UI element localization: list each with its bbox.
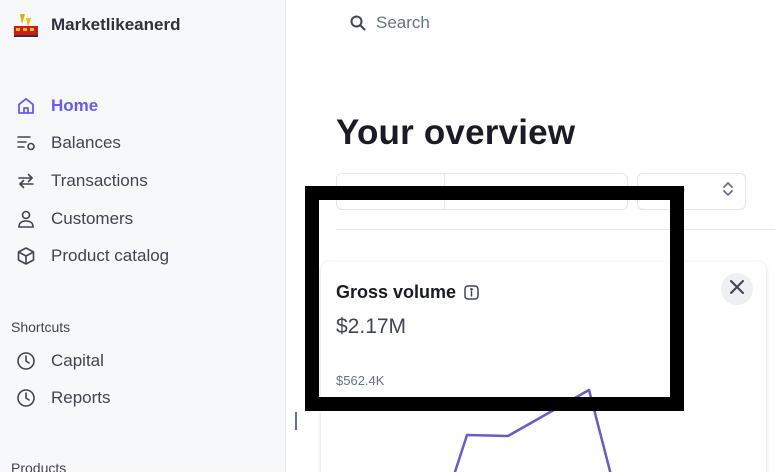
sidebar-item-label: Customers [51, 208, 134, 228]
sidebar: Marketlikeanerd Home Balances Transactio… [0, 0, 286, 472]
page-title: Your overview [336, 113, 576, 152]
shortcut-label: Reports [51, 388, 111, 408]
chevron-updown-icon [721, 180, 735, 203]
sidebar-item-product-catalog[interactable]: Product catalog [14, 237, 169, 275]
balances-icon [14, 131, 38, 155]
brand-name: Marketlikeanerd [51, 15, 181, 34]
shortcut-label: Capital [51, 350, 104, 370]
customers-icon [14, 207, 38, 231]
sidebar-item-label: Product catalog [51, 246, 170, 266]
clock-icon [14, 349, 38, 373]
clock-icon [14, 386, 38, 410]
brand[interactable]: Marketlikeanerd [11, 10, 180, 40]
home-icon [14, 94, 38, 118]
search-icon [349, 14, 367, 32]
products-heading: Products [11, 460, 67, 472]
shortcut-capital[interactable]: Capital [14, 342, 111, 380]
close-icon [728, 278, 746, 301]
sidebar-item-label: Balances [51, 133, 121, 153]
brand-logo [11, 10, 41, 40]
sidebar-item-transactions[interactable]: Transactions [14, 162, 169, 200]
search-input[interactable]: Search [376, 13, 430, 33]
shortcut-reports[interactable]: Reports [14, 380, 111, 418]
sidebar-item-balances[interactable]: Balances [14, 125, 169, 163]
sidebar-item-label: Home [51, 95, 99, 115]
search-bar[interactable]: Search [349, 13, 430, 33]
transactions-icon [14, 169, 38, 193]
sidebar-nav: Home Balances Transactions Customers Pro… [14, 87, 169, 275]
shortcuts-heading: Shortcuts [11, 319, 71, 335]
close-button[interactable] [721, 273, 753, 305]
sidebar-item-customers[interactable]: Customers [14, 200, 169, 238]
product-catalog-icon [14, 244, 38, 268]
highlight-frame [305, 186, 684, 411]
sidebar-resize-handle[interactable] [295, 412, 297, 430]
sidebar-item-home[interactable]: Home [14, 87, 169, 125]
sidebar-item-label: Transactions [51, 170, 148, 190]
shortcuts-list: Capital Reports [14, 342, 111, 417]
